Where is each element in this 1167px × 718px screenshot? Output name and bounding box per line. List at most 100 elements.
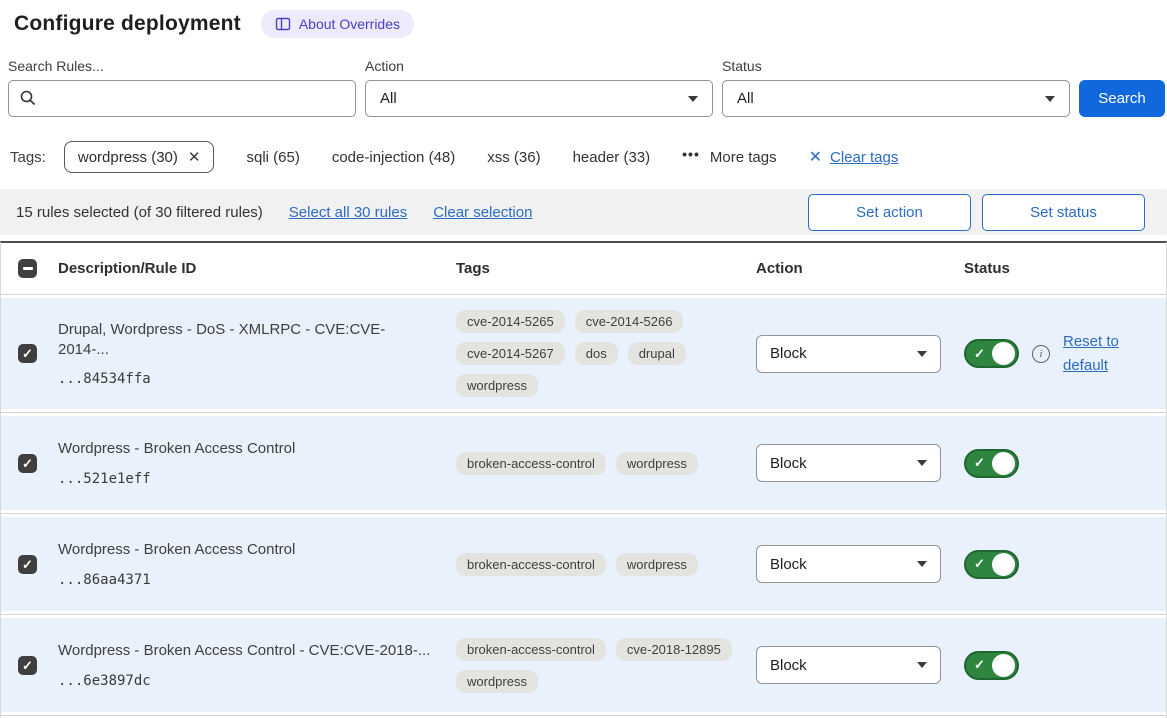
about-overrides-label: About Overrides: [299, 16, 400, 32]
check-icon: ✓: [22, 659, 33, 672]
toggle-knob: [992, 654, 1015, 677]
header-status: Status: [964, 260, 1166, 277]
check-icon: ✓: [974, 346, 985, 362]
rules-table: Description/Rule ID Tags Action Status ✓…: [0, 241, 1167, 718]
chevron-down-icon: [1045, 96, 1055, 102]
tag-pill: drupal: [628, 342, 686, 365]
rule-status-toggle[interactable]: ✓: [964, 651, 1019, 680]
set-status-button[interactable]: Set status: [982, 194, 1145, 231]
check-icon: ✓: [22, 558, 33, 571]
search-label: Search Rules...: [8, 58, 356, 74]
toggle-knob: [992, 452, 1015, 475]
row-checkbox[interactable]: ✓: [18, 555, 37, 574]
selected-tag-wordpress[interactable]: wordpress (30) ✕: [64, 141, 215, 173]
filter-row: Search Rules... Action All Status All Se…: [8, 58, 1165, 117]
check-icon: ✓: [22, 347, 33, 360]
action-filter-label: Action: [365, 58, 713, 74]
tag-pill: broken-access-control: [456, 553, 606, 576]
tag-pill: cve-2014-5266: [575, 310, 684, 333]
chevron-down-icon: [917, 662, 927, 668]
tag-item-header[interactable]: header (33): [573, 149, 651, 166]
tag-item-xss[interactable]: xss (36): [487, 149, 540, 166]
chevron-down-icon: [917, 460, 927, 466]
rule-id: ...6e3897dc: [58, 673, 432, 689]
header-action: Action: [756, 260, 964, 277]
chevron-down-icon: [917, 351, 927, 357]
toggle-knob: [992, 553, 1015, 576]
clear-icon: ✕: [809, 147, 822, 167]
rule-tags: broken-access-control wordpress: [456, 553, 756, 576]
rule-action-select[interactable]: Block: [756, 335, 941, 373]
more-tags-button[interactable]: ••• More tags: [682, 149, 776, 166]
indeterminate-icon: [23, 267, 33, 270]
set-action-button[interactable]: Set action: [808, 194, 971, 231]
table-row: ✓ Wordpress - Broken Access Control - CV…: [1, 614, 1166, 715]
clear-tags-label: Clear tags: [830, 149, 898, 166]
tag-item-sqli[interactable]: sqli (65): [246, 149, 299, 166]
ellipsis-icon: •••: [682, 146, 700, 162]
action-filter-select[interactable]: All: [365, 80, 713, 117]
rule-action-select[interactable]: Block: [756, 646, 941, 684]
tag-pill: cve-2014-5265: [456, 310, 565, 333]
rule-action-value: Block: [770, 657, 807, 674]
rule-status-toggle[interactable]: ✓: [964, 339, 1019, 368]
header-description: Description/Rule ID: [58, 260, 456, 277]
action-filter-value: All: [380, 90, 397, 107]
tag-pill: cve-2014-5267: [456, 342, 565, 365]
tags-bar: Tags: wordpress (30) ✕ sqli (65) code-in…: [10, 141, 1167, 173]
status-filter-label: Status: [722, 58, 1070, 74]
rule-action-value: Block: [770, 556, 807, 573]
rule-description: Drupal, Wordpress - DoS - XMLRPC - CVE:C…: [58, 320, 432, 359]
row-checkbox[interactable]: ✓: [18, 656, 37, 675]
table-row: ✓ Wordpress - Broken Access Control ...8…: [1, 513, 1166, 614]
tag-pill: dos: [575, 342, 618, 365]
select-all-link[interactable]: Select all 30 rules: [289, 204, 407, 221]
status-filter-value: All: [737, 90, 754, 107]
tag-pill: cve-2018-12895: [616, 638, 732, 661]
tag-pill: wordpress: [616, 553, 698, 576]
rule-tags: cve-2014-5265 cve-2014-5266 cve-2014-526…: [456, 310, 756, 397]
page-header: Configure deployment About Overrides: [0, 0, 1167, 38]
toggle-knob: [992, 342, 1015, 365]
selection-bar: 15 rules selected (of 30 filtered rules)…: [0, 189, 1167, 235]
remove-tag-icon[interactable]: ✕: [188, 148, 201, 166]
rule-description: Wordpress - Broken Access Control: [58, 439, 432, 459]
search-input[interactable]: [8, 80, 356, 117]
search-button[interactable]: Search: [1079, 80, 1165, 117]
tag-pill: broken-access-control: [456, 638, 606, 661]
tag-item-code-injection[interactable]: code-injection (48): [332, 149, 455, 166]
check-icon: ✓: [22, 457, 33, 470]
clear-selection-link[interactable]: Clear selection: [433, 204, 532, 221]
selected-tag-label: wordpress (30): [78, 149, 178, 166]
chevron-down-icon: [917, 561, 927, 567]
rule-status-toggle[interactable]: ✓: [964, 449, 1019, 478]
row-checkbox[interactable]: ✓: [18, 454, 37, 473]
check-icon: ✓: [974, 657, 985, 673]
select-all-checkbox[interactable]: [18, 259, 37, 278]
tag-pill: broken-access-control: [456, 452, 606, 475]
rule-id: ...86aa4371: [58, 572, 432, 588]
rule-tags: broken-access-control wordpress: [456, 452, 756, 475]
rule-description: Wordpress - Broken Access Control - CVE:…: [58, 641, 432, 661]
info-icon[interactable]: i: [1032, 345, 1050, 363]
row-checkbox[interactable]: ✓: [18, 344, 37, 363]
selection-summary: 15 rules selected (of 30 filtered rules): [16, 204, 263, 221]
status-filter-select[interactable]: All: [722, 80, 1070, 117]
table-header: Description/Rule ID Tags Action Status: [1, 243, 1166, 294]
about-overrides-badge[interactable]: About Overrides: [261, 10, 414, 38]
rule-action-select[interactable]: Block: [756, 444, 941, 482]
book-icon: [275, 17, 291, 31]
tag-pill: wordpress: [616, 452, 698, 475]
search-icon: [19, 89, 37, 112]
chevron-down-icon: [688, 96, 698, 102]
tag-pill: wordpress: [456, 670, 538, 693]
clear-tags-button[interactable]: ✕ Clear tags: [809, 147, 899, 167]
check-icon: ✓: [974, 556, 985, 572]
more-tags-label: More tags: [710, 149, 777, 166]
rule-description: Wordpress - Broken Access Control: [58, 540, 432, 560]
table-row: ✓ Drupal, Wordpress - DoS - XMLRPC - CVE…: [1, 294, 1166, 412]
table-row: ✓ Wordpress - Broken Access Control ...5…: [1, 412, 1166, 513]
rule-action-select[interactable]: Block: [756, 545, 941, 583]
reset-to-default-link[interactable]: Reset to default: [1063, 330, 1127, 378]
rule-status-toggle[interactable]: ✓: [964, 550, 1019, 579]
